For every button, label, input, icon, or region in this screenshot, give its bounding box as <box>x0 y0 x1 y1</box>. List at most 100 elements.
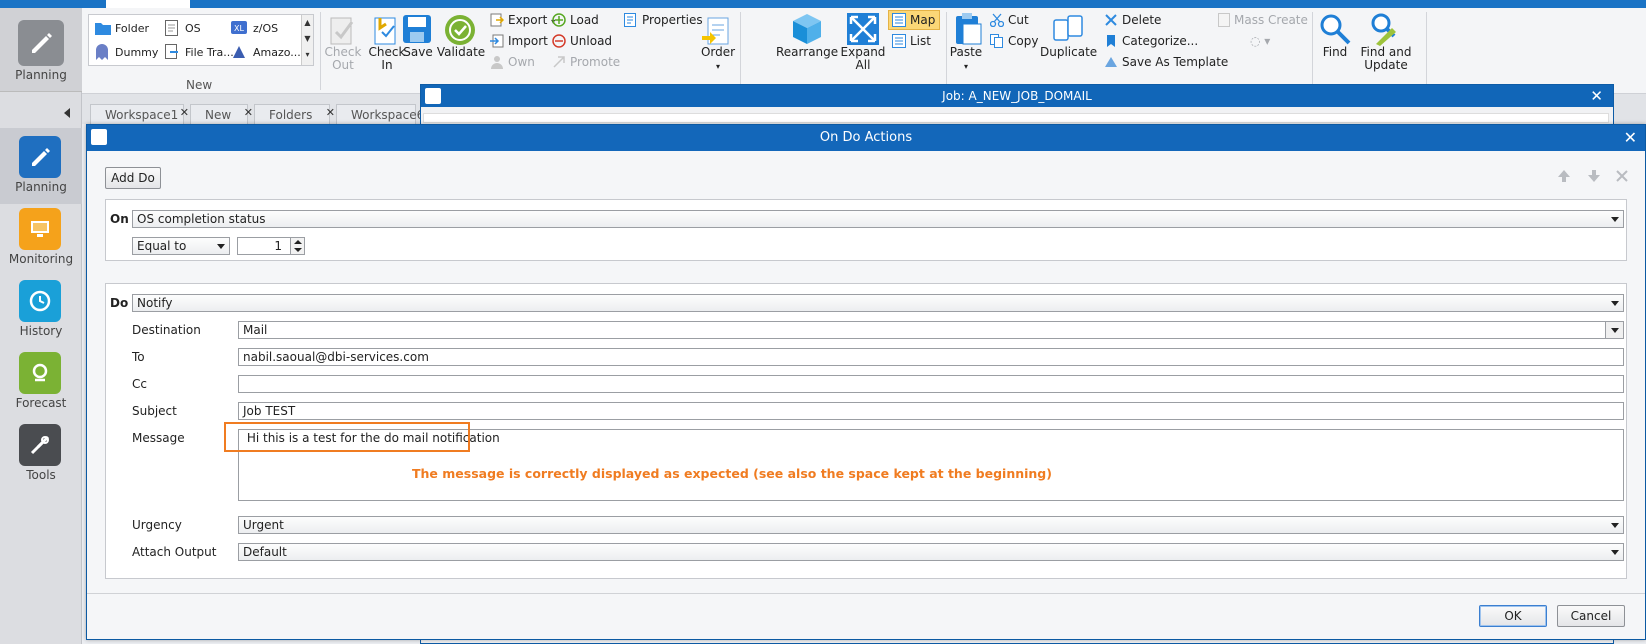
chevron-down-icon <box>1611 301 1619 306</box>
close-icon[interactable]: ✕ <box>326 106 335 119</box>
operator-select[interactable]: Equal to <box>132 237 230 255</box>
order-icon <box>702 17 729 45</box>
move-down-icon[interactable] <box>1587 169 1601 183</box>
close-icon[interactable]: ✕ <box>1624 125 1637 151</box>
value-stepper[interactable]: 1 <box>237 237 305 255</box>
to-field[interactable]: nabil.saoual@dbi-services.com <box>238 348 1624 366</box>
delete-icon <box>1105 14 1117 26</box>
properties-icon <box>624 13 636 27</box>
own-button[interactable]: Own <box>508 55 535 69</box>
collapse-arrow-icon[interactable] <box>64 108 70 118</box>
move-up-icon[interactable] <box>1557 169 1571 183</box>
rearrange-button[interactable]: Rearrange <box>776 46 838 59</box>
disabled-dropdown-icon[interactable]: ◌ ▾ <box>1250 34 1270 48</box>
save-button[interactable]: Save <box>396 46 440 59</box>
urgency-select[interactable]: Urgent <box>238 516 1624 534</box>
tab-folders[interactable]: Folders ✕ <box>254 104 335 124</box>
add-do-button[interactable]: Add Do <box>105 167 161 189</box>
cut-button[interactable]: Cut <box>1008 13 1029 27</box>
active-app-tab[interactable] <box>106 0 190 8</box>
destination-label: Destination <box>132 323 201 337</box>
new-dummy-item[interactable]: Dummy <box>115 46 158 59</box>
subject-field[interactable]: Job TEST <box>238 402 1624 420</box>
order-dropdown-icon: ▾ <box>715 62 720 71</box>
gallery-scroll[interactable]: ▲ ▼ ▾ <box>301 15 313 65</box>
find-and-update-button[interactable]: Find and Update <box>1354 46 1418 72</box>
new-os-item[interactable]: OS <box>185 22 201 35</box>
cc-field[interactable] <box>238 375 1624 393</box>
promote-button[interactable]: Promote <box>570 55 620 69</box>
chevron-down-icon <box>1611 550 1619 555</box>
monitor-icon <box>19 208 61 250</box>
on-section: On OS completion status Equal to 1 <box>105 199 1627 261</box>
nav-item-label: Planning <box>15 180 67 194</box>
export-button[interactable]: Export ▾ <box>508 13 555 27</box>
check-in-icon <box>374 17 396 45</box>
planning-top-button[interactable]: Planning <box>0 8 82 92</box>
chevron-down-icon <box>1611 523 1619 528</box>
attach-output-select[interactable]: Default <box>238 543 1624 561</box>
ribbon: Folder OS XL z/OS Dummy File Tra... Amaz… <box>82 8 1646 94</box>
paste-dropdown-icon: ▾ <box>963 62 968 71</box>
close-icon[interactable]: ✕ <box>180 106 189 119</box>
on-label: On <box>110 212 129 226</box>
import-button[interactable]: Import <box>508 34 548 48</box>
duplicate-button[interactable]: Duplicate <box>1040 46 1097 59</box>
remove-icon[interactable] <box>1615 169 1629 183</box>
spin-buttons[interactable] <box>290 238 304 254</box>
chevron-down-icon <box>1611 217 1619 222</box>
urgency-value: Urgent <box>243 518 284 532</box>
unload-button[interactable]: Unload <box>570 34 612 48</box>
attach-output-label: Attach Output <box>132 545 217 559</box>
find-button[interactable]: Find <box>1316 46 1354 59</box>
left-nav: Planning Planning Monitoring History For… <box>0 8 82 644</box>
close-icon[interactable]: ✕ <box>244 106 253 119</box>
validate-icon <box>445 15 475 45</box>
order-button[interactable]: Order ▾ <box>694 46 742 73</box>
properties-button[interactable]: Properties <box>642 13 703 27</box>
new-group-label: New <box>186 78 213 92</box>
tab-label: Workspace6 <box>351 108 425 122</box>
chevron-up-icon <box>294 240 302 244</box>
paste-icon <box>956 13 982 45</box>
expand-all-button[interactable]: Expand All <box>838 46 888 72</box>
mass-create-button[interactable]: Mass Create <box>1234 13 1308 27</box>
validate-button[interactable]: Validate <box>436 46 486 59</box>
file-transfer-icon <box>165 44 178 59</box>
destination-select[interactable]: Mail <box>238 321 1624 339</box>
ok-button[interactable]: OK <box>1479 605 1547 627</box>
promote-icon <box>553 56 565 68</box>
new-folder-item[interactable]: Folder <box>115 22 149 35</box>
new-gallery: Folder OS XL z/OS Dummy File Tra... Amaz… <box>88 14 314 66</box>
paste-button[interactable]: Paste ▾ <box>946 46 986 73</box>
delete-button[interactable]: Delete <box>1122 13 1161 27</box>
load-button[interactable]: Load <box>570 13 599 27</box>
dialog-title: On Do Actions <box>819 130 913 145</box>
do-action-select[interactable]: Notify <box>132 294 1624 312</box>
copy-button[interactable]: Copy <box>1008 34 1038 48</box>
destination-value: Mail <box>243 323 268 337</box>
order-label: Order <box>700 45 736 59</box>
list-button[interactable]: List <box>910 34 931 48</box>
find-and-update-icon <box>1371 13 1396 46</box>
map-label: Map <box>910 13 936 27</box>
close-icon[interactable]: ✕ <box>1590 85 1603 107</box>
new-amazon-item[interactable]: Amazo... <box>253 46 301 59</box>
pencil-icon <box>19 136 61 178</box>
on-condition-select[interactable]: OS completion status <box>132 210 1624 228</box>
save-as-template-button[interactable]: Save As Template <box>1122 55 1228 69</box>
new-zos-item[interactable]: z/OS <box>253 22 278 35</box>
dropdown-button[interactable] <box>1605 322 1623 338</box>
on-do-actions-dialog: On Do Actions ✕ Add Do On OS completion … <box>86 124 1646 640</box>
zos-icon: XL <box>231 21 247 34</box>
tab-workspace6[interactable]: Workspace6 <box>336 104 424 124</box>
check-out-button[interactable]: Check Out <box>320 46 366 72</box>
tab-new[interactable]: New ✕ <box>190 104 253 124</box>
tab-workspace1[interactable]: Workspace1 ✕ <box>90 104 189 124</box>
categorize-button[interactable]: Categorize... <box>1122 34 1198 48</box>
cancel-button[interactable]: Cancel <box>1557 605 1625 627</box>
export-icon <box>490 13 504 27</box>
tab-label: Folders <box>269 108 313 122</box>
new-file-transfer-item[interactable]: File Tra... <box>185 46 234 59</box>
separator <box>1312 12 1313 90</box>
